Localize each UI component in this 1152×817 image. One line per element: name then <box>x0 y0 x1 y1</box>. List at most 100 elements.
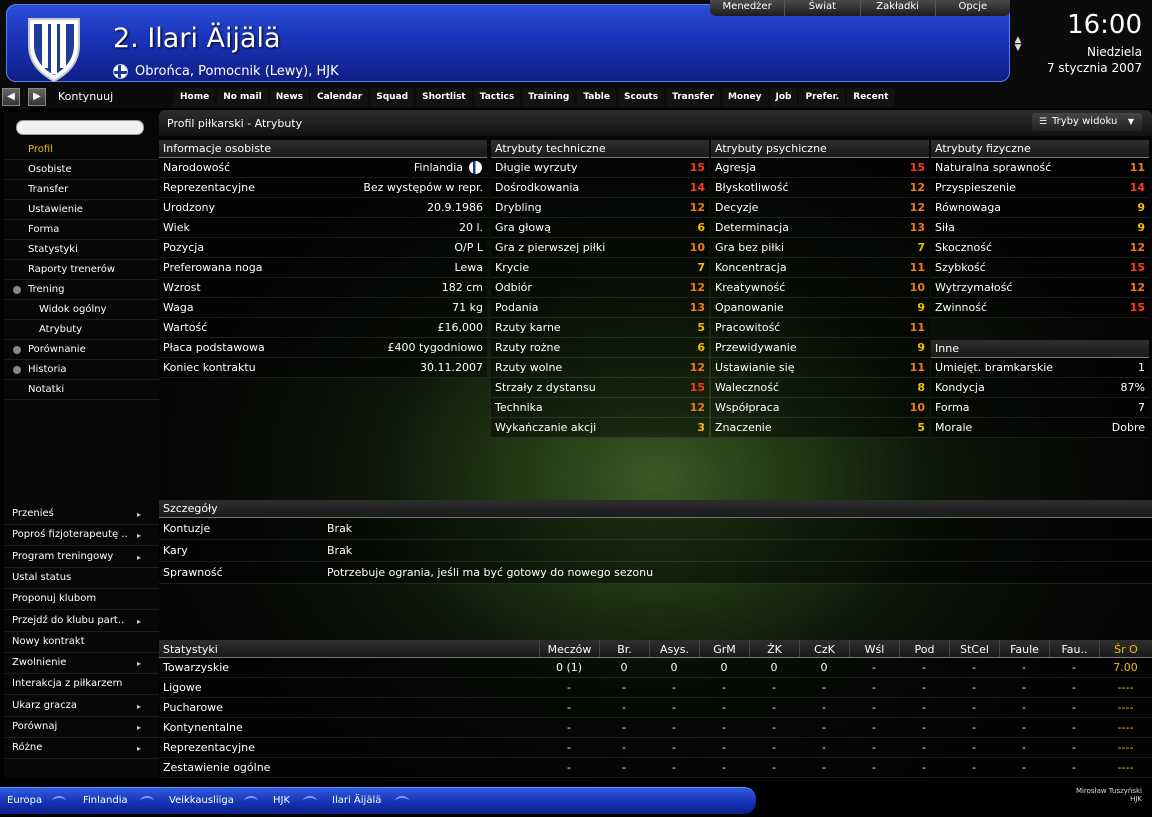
nav-link-nomail[interactable]: No mail <box>217 88 268 107</box>
stats-column-header[interactable]: Statystyki <box>159 640 539 657</box>
sidebar-item[interactable]: Historia <box>4 360 159 380</box>
stats-column-header[interactable]: Faule <box>999 640 1049 657</box>
menu-manager[interactable]: Menedżer <box>710 0 786 16</box>
nav-link-table[interactable]: Table <box>577 88 616 107</box>
sidebar-item[interactable]: Forma <box>4 220 159 240</box>
clock-day: Niedziela <box>1086 45 1142 59</box>
stats-cell: - <box>567 721 571 734</box>
nav-link-squad[interactable]: Squad <box>370 88 415 107</box>
sidebar-action-label: Zwolnienie <box>12 657 67 669</box>
stats-cell: - <box>567 761 571 774</box>
forward-arrow-icon[interactable]: ▶ <box>28 88 46 106</box>
view-mode-button[interactable]: ☰ Tryby widoku ▼ <box>1032 113 1142 131</box>
stats-cell: 0 <box>820 661 828 674</box>
collapse-icon[interactable] <box>13 286 21 294</box>
sidebar-action[interactable]: Przenieś ▸ <box>4 504 159 525</box>
sidebar-action[interactable]: Program treningowy ▸ <box>4 547 159 568</box>
sidebar-item[interactable]: Transfer <box>4 180 159 200</box>
attribute-value: 11 <box>1129 161 1145 174</box>
stats-column-header[interactable]: StCel <box>949 640 999 657</box>
stats-column-header[interactable]: Asys. <box>649 640 699 657</box>
attribute-row: Kreatywność 10 <box>711 278 929 298</box>
sidebar-action[interactable]: Interakcja z piłkarzem <box>4 674 159 696</box>
sidebar-action[interactable]: Nowy kontrakt <box>4 632 159 653</box>
sidebar-action[interactable]: Zwolnienie ▸ <box>4 653 159 675</box>
continue-button[interactable]: Kontynuuj <box>58 90 113 103</box>
stats-cell: - <box>822 761 826 774</box>
stats-cell: - <box>622 721 626 734</box>
stats-column-header[interactable]: Śr O <box>1099 640 1152 657</box>
expand-icon[interactable] <box>13 346 21 354</box>
attribute-value: 12 <box>689 201 705 214</box>
stats-column-header[interactable]: ŻK <box>749 640 799 657</box>
sidebar-item[interactable]: Osobiste <box>4 160 159 180</box>
search-input[interactable] <box>16 120 144 135</box>
sidebar-action[interactable]: Ukarz gracza ▸ <box>4 696 159 717</box>
attribute-row: Rzuty karne 5 <box>491 318 709 338</box>
nav-link-transfer[interactable]: Transfer <box>666 88 720 107</box>
stats-row: Zestawienie ogólne - - - - - - - - - - - ---- <box>159 758 1152 778</box>
nav-link-money[interactable]: Money <box>721 88 768 107</box>
sidebar-item[interactable]: Profil <box>4 140 159 160</box>
sidebar-action[interactable]: Różne ▸ <box>4 738 159 760</box>
nav-link-recent[interactable]: Recent <box>847 88 895 107</box>
attribute-value: 3 <box>697 421 705 434</box>
stats-column-header[interactable]: Meczów <box>539 640 599 657</box>
sidebar-action[interactable]: Proponuj klubom <box>4 589 159 611</box>
sidebar-action[interactable]: Przejdź do klubu part.. ▸ <box>4 611 159 632</box>
stats-column-header[interactable]: Fau.. <box>1049 640 1099 657</box>
stats-column-header[interactable]: Pod <box>899 640 949 657</box>
attribute-name: Wartość <box>163 321 208 334</box>
attribute-name: Agresja <box>715 161 757 174</box>
breadcrumb-item[interactable]: Ilari Äijälä <box>332 795 381 806</box>
expand-icon[interactable] <box>13 366 21 374</box>
stats-column-header[interactable]: Wśl <box>849 640 899 657</box>
nav-link-scouts[interactable]: Scouts <box>618 88 665 107</box>
attribute-name: Pozycja <box>163 241 205 254</box>
attribute-row: Gra z pierwszej piłki 10 <box>491 238 709 258</box>
sidebar-action[interactable]: Ustal status <box>4 568 159 589</box>
menu-options[interactable]: Opcje <box>936 0 1010 16</box>
nav-link-shortlist[interactable]: Shortlist <box>416 88 472 107</box>
breadcrumb-item[interactable]: HJK <box>273 795 290 806</box>
nav-link-tactics[interactable]: Tactics <box>473 88 521 107</box>
nav-link-news[interactable]: News <box>269 88 309 107</box>
attribute-value: 20 l. <box>458 221 483 234</box>
sidebar-item[interactable]: Ustawienie <box>4 200 159 220</box>
sidebar-action[interactable]: Poproś fizjoterapeutę .. ▸ <box>4 525 159 547</box>
attribute-value: 12 <box>1129 281 1145 294</box>
sidebar-item[interactable]: Raporty trenerów <box>4 260 159 280</box>
breadcrumb-item[interactable]: Veikkausliiga <box>169 795 234 806</box>
sidebar-item[interactable]: Widok ogólny <box>4 300 159 320</box>
sidebar-item[interactable]: Porównanie <box>4 340 159 360</box>
attribute-row: Zwinność 15 <box>931 298 1149 318</box>
attribute-row: Technika 12 <box>491 398 709 418</box>
attribute-name: Koncentracja <box>715 261 787 274</box>
sidebar-item[interactable]: Trening <box>4 280 159 300</box>
breadcrumb-item[interactable]: Finlandia <box>83 795 128 806</box>
attribute-row: Skoczność 12 <box>931 238 1149 258</box>
sidebar-item[interactable]: Statystyki <box>4 240 159 260</box>
sidebar-item[interactable]: Notatki <box>4 380 159 400</box>
attribute-name: Ustawianie się <box>715 361 795 374</box>
sidebar-action[interactable]: Porównaj ▸ <box>4 717 159 738</box>
sidebar-item[interactable]: Atrybuty <box>4 320 159 340</box>
nav-link-prefer[interactable]: Prefer. <box>799 88 846 107</box>
attribute-name: Podania <box>495 301 539 314</box>
breadcrumb-item[interactable]: Europa <box>7 795 42 806</box>
stats-cell: - <box>872 701 876 714</box>
nav-link-job[interactable]: Job <box>769 88 798 107</box>
stats-column-header[interactable]: CzK <box>799 640 849 657</box>
menu-world[interactable]: Świat <box>785 0 861 16</box>
back-arrow-icon[interactable]: ◀ <box>2 88 20 106</box>
stats-column-header[interactable]: Br. <box>599 640 649 657</box>
menu-bookmarks[interactable]: Zakładki <box>861 0 936 16</box>
nav-link-training[interactable]: Training <box>522 88 576 107</box>
nav-link-home[interactable]: Home <box>174 88 216 107</box>
stats-cell: Reprezentacyjne <box>163 741 255 754</box>
top-menu: Menedżer Świat Zakładki Opcje <box>710 0 1010 16</box>
stats-column-header[interactable]: GrM <box>699 640 749 657</box>
nav-link-calendar[interactable]: Calendar <box>311 88 369 107</box>
scroll-arrows-icon[interactable]: ▲ ▼ <box>1013 36 1023 54</box>
other-attributes-panel: Inne Umiejęt. bramkarskie 1 Kondycja 87% For… <box>931 340 1149 438</box>
